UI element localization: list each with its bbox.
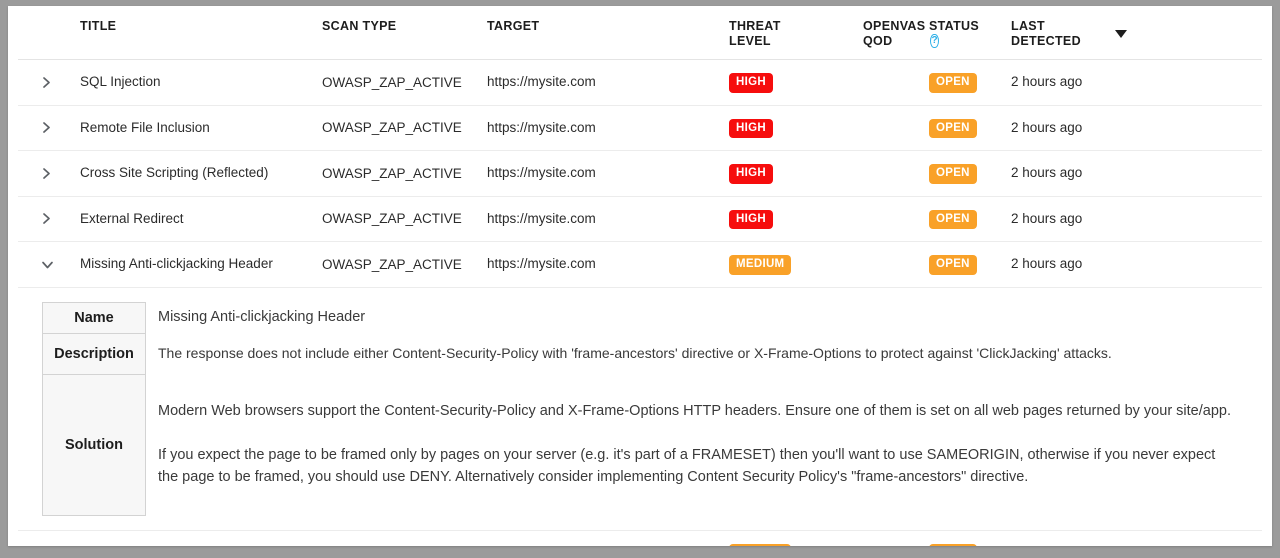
cell-threat-level: MEDIUM	[729, 254, 863, 275]
column-header-target[interactable]: TARGET	[487, 19, 729, 34]
column-header-openvas-qod-text: OPENVAS QOD	[863, 19, 925, 48]
page-background: TITLE SCAN TYPE TARGET THREAT LEVEL OPEN…	[0, 0, 1280, 558]
row-expander-toggle[interactable]	[18, 167, 80, 180]
detail-value-name: Missing Anti-clickjacking Header	[158, 309, 366, 325]
cell-threat-level: HIGH	[729, 163, 863, 184]
threat-level-badge[interactable]: MEDIUM	[729, 255, 792, 275]
detail-solution-paragraph: Modern Web browsers support the Content-…	[158, 402, 1231, 419]
status-badge[interactable]: OPEN	[929, 209, 977, 229]
row-expander-toggle[interactable]	[18, 121, 80, 134]
column-header-openvas-qod-line2: QOD	[863, 33, 893, 48]
findings-card: TITLE SCAN TYPE TARGET THREAT LEVEL OPEN…	[8, 6, 1272, 546]
detail-label-column: Name Description Solution	[42, 301, 146, 516]
column-header-scan-type[interactable]: SCAN TYPE	[322, 19, 487, 34]
cell-last-detected: 2 hours ago	[1011, 119, 1083, 135]
cell-status: OPEN	[929, 72, 1011, 93]
chevron-right-icon	[43, 213, 50, 225]
cell-target: https://mysite.com	[487, 210, 596, 226]
row-expander-toggle[interactable]	[18, 257, 80, 272]
row-expander-toggle[interactable]	[18, 212, 80, 225]
cell-last-detected: 2 hours ago	[1011, 210, 1083, 226]
cell-scan-type: OWASP_ZAP_ACTIVE	[322, 165, 462, 181]
column-header-last-detected-line1: LAST	[1011, 19, 1045, 33]
cell-target: https://mysite.com	[487, 74, 596, 90]
cell-threat-level: MEDIUM	[729, 543, 863, 546]
column-header-openvas-qod[interactable]: OPENVAS QOD ?	[863, 19, 939, 48]
cell-target: https://mysite.com	[487, 119, 596, 135]
detail-label-solution: Solution	[65, 436, 123, 453]
table-row[interactable]: SQL Injection OWASP_ZAP_ACTIVE https://m…	[18, 60, 1262, 106]
table-row[interactable]: External Redirect OWASP_ZAP_ACTIVE https…	[18, 197, 1262, 242]
cell-status: OPEN	[929, 254, 1011, 275]
cell-scan-type: OWASP_ZAP_ACTIVE	[322, 545, 487, 546]
cell-title: External Redirect	[80, 210, 184, 226]
cell-title: Cross Site Scripting (Reflected)	[80, 165, 269, 181]
status-badge[interactable]: OPEN	[929, 73, 977, 93]
detail-value-column: Missing Anti-clickjacking Header The res…	[146, 302, 1262, 514]
cell-target: https://mysite.com	[487, 256, 596, 272]
row-expander-toggle[interactable]	[18, 76, 80, 89]
cell-threat-level: HIGH	[729, 118, 863, 138]
cell-last-detected: 2 hours ago	[1011, 545, 1262, 546]
sort-descending-triangle-icon[interactable]	[1114, 30, 1127, 38]
cell-title: Absence of Anti-CSRF Tokens	[80, 545, 322, 546]
status-badge[interactable]: OPEN	[929, 255, 977, 275]
finding-detail-panel: Name Description Solution Missing Anti-c…	[18, 288, 1262, 531]
cell-scan-type: OWASP_ZAP_ACTIVE	[322, 211, 462, 227]
table-row-expanded[interactable]: Missing Anti-clickjacking Header OWASP_Z…	[18, 242, 1262, 288]
cell-threat-level: HIGH	[729, 209, 863, 229]
column-header-title[interactable]: TITLE	[80, 19, 322, 34]
cell-target: https://mysite.com	[487, 165, 596, 181]
threat-level-badge[interactable]: HIGH	[729, 209, 773, 229]
cell-status: OPEN	[929, 543, 1011, 546]
status-badge[interactable]: OPEN	[929, 543, 977, 546]
cell-status: OPEN	[929, 118, 1011, 138]
cell-target: https://mysite.com	[487, 545, 729, 546]
cell-title: Remote File Inclusion	[80, 119, 210, 135]
chevron-right-icon	[43, 122, 50, 134]
column-header-threat-level[interactable]: THREAT LEVEL	[729, 19, 863, 48]
column-header-threat-level-line1: THREAT	[729, 19, 781, 33]
detail-label-description: Description	[43, 334, 145, 375]
chevron-right-icon	[43, 76, 50, 88]
help-circle-icon[interactable]: ?	[930, 34, 939, 48]
findings-table: TITLE SCAN TYPE TARGET THREAT LEVEL OPEN…	[18, 6, 1262, 546]
cell-scan-type: OWASP_ZAP_ACTIVE	[322, 74, 462, 90]
table-row[interactable]: Absence of Anti-CSRF Tokens OWASP_ZAP_AC…	[18, 531, 1262, 546]
cell-status: OPEN	[929, 209, 1011, 229]
column-header-openvas-qod-line1: OPENVAS	[863, 19, 926, 33]
threat-level-badge[interactable]: HIGH	[729, 164, 773, 184]
column-header-last-detected-text: LAST DETECTED	[1011, 19, 1081, 48]
column-header-status[interactable]: STATUS	[929, 19, 1011, 34]
table-header-row: TITLE SCAN TYPE TARGET THREAT LEVEL OPEN…	[18, 6, 1262, 60]
column-header-threat-level-line2: LEVEL	[729, 33, 771, 48]
cell-status: OPEN	[929, 163, 1011, 184]
cell-last-detected: 2 hours ago	[1011, 256, 1083, 272]
status-badge[interactable]: OPEN	[929, 118, 977, 138]
threat-level-badge[interactable]: HIGH	[729, 118, 773, 138]
cell-scan-type: OWASP_ZAP_ACTIVE	[322, 120, 462, 136]
column-header-last-detected-line2: DETECTED	[1011, 33, 1081, 48]
detail-solution-paragraph: If you expect the page to be framed only…	[158, 446, 1216, 485]
detail-value-solution: Modern Web browsers support the Content-…	[158, 374, 1232, 514]
table-row[interactable]: Cross Site Scripting (Reflected) OWASP_Z…	[18, 151, 1262, 197]
chevron-down-icon	[42, 261, 53, 269]
detail-value-description: The response does not include either Con…	[158, 345, 1112, 361]
status-badge[interactable]: OPEN	[929, 164, 977, 184]
detail-label-name: Name	[43, 303, 145, 334]
cell-scan-type: OWASP_ZAP_ACTIVE	[322, 256, 462, 272]
cell-title: SQL Injection	[80, 74, 161, 90]
chevron-right-icon	[43, 167, 50, 179]
table-row[interactable]: Remote File Inclusion OWASP_ZAP_ACTIVE h…	[18, 106, 1262, 151]
threat-level-badge[interactable]: HIGH	[729, 73, 773, 93]
cell-last-detected: 2 hours ago	[1011, 165, 1083, 181]
threat-level-badge[interactable]: MEDIUM	[729, 543, 792, 546]
cell-last-detected: 2 hours ago	[1011, 74, 1083, 90]
column-header-last-detected[interactable]: LAST DETECTED	[1011, 19, 1262, 48]
cell-threat-level: HIGH	[729, 72, 863, 93]
cell-title: Missing Anti-clickjacking Header	[80, 256, 273, 272]
